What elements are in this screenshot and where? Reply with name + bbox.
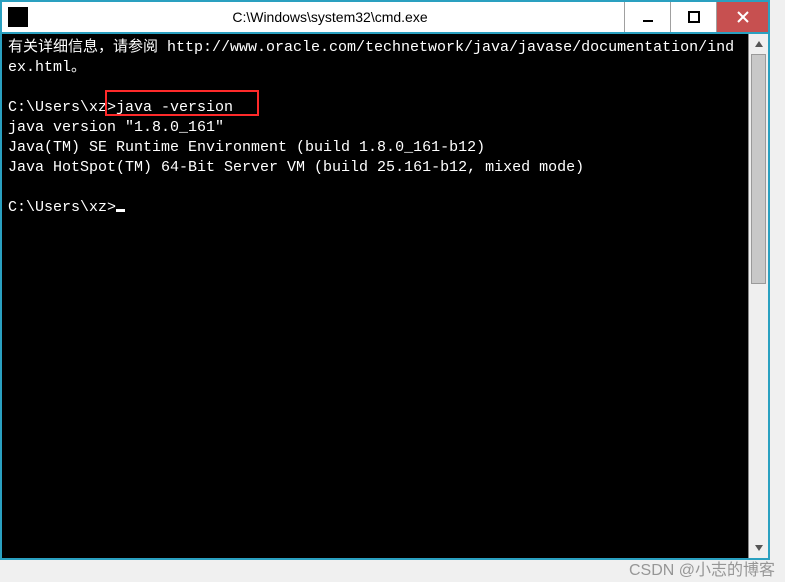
chevron-down-icon (754, 543, 764, 553)
maximize-button[interactable] (670, 2, 716, 32)
cmd-icon (8, 7, 28, 27)
titlebar[interactable]: C:\Windows\system32\cmd.exe (2, 2, 768, 34)
minimize-icon (642, 11, 654, 23)
window-body: 有关详细信息，请参阅 http://www.oracle.com/technet… (2, 34, 768, 558)
terminal-line: java version "1.8.0_161" (8, 119, 224, 136)
scroll-down-button[interactable] (749, 538, 768, 558)
scroll-up-button[interactable] (749, 34, 768, 54)
command-text: java -version (116, 99, 233, 116)
cmd-window: C:\Windows\system32\cmd.exe 有关详细信息，请参阅 (0, 0, 770, 560)
chevron-up-icon (754, 39, 764, 49)
scrollbar-vertical[interactable] (748, 34, 768, 558)
terminal-line: Java(TM) SE Runtime Environment (build 1… (8, 139, 485, 156)
scroll-thumb[interactable] (751, 54, 766, 284)
maximize-icon (688, 11, 700, 23)
window-controls (624, 2, 768, 32)
close-icon (737, 11, 749, 23)
close-button[interactable] (716, 2, 768, 32)
terminal-line: Java HotSpot(TM) 64-Bit Server VM (build… (8, 159, 584, 176)
scroll-track[interactable] (749, 54, 768, 538)
terminal-line: 有关详细信息，请参阅 http://www.oracle.com/technet… (8, 39, 734, 76)
prompt-prefix: C:\Users\xz> (8, 199, 116, 216)
terminal-output[interactable]: 有关详细信息，请参阅 http://www.oracle.com/technet… (2, 34, 748, 558)
minimize-button[interactable] (624, 2, 670, 32)
cursor (116, 209, 125, 212)
prompt-prefix: C:\Users\xz> (8, 99, 116, 116)
window-title: C:\Windows\system32\cmd.exe (36, 9, 624, 25)
